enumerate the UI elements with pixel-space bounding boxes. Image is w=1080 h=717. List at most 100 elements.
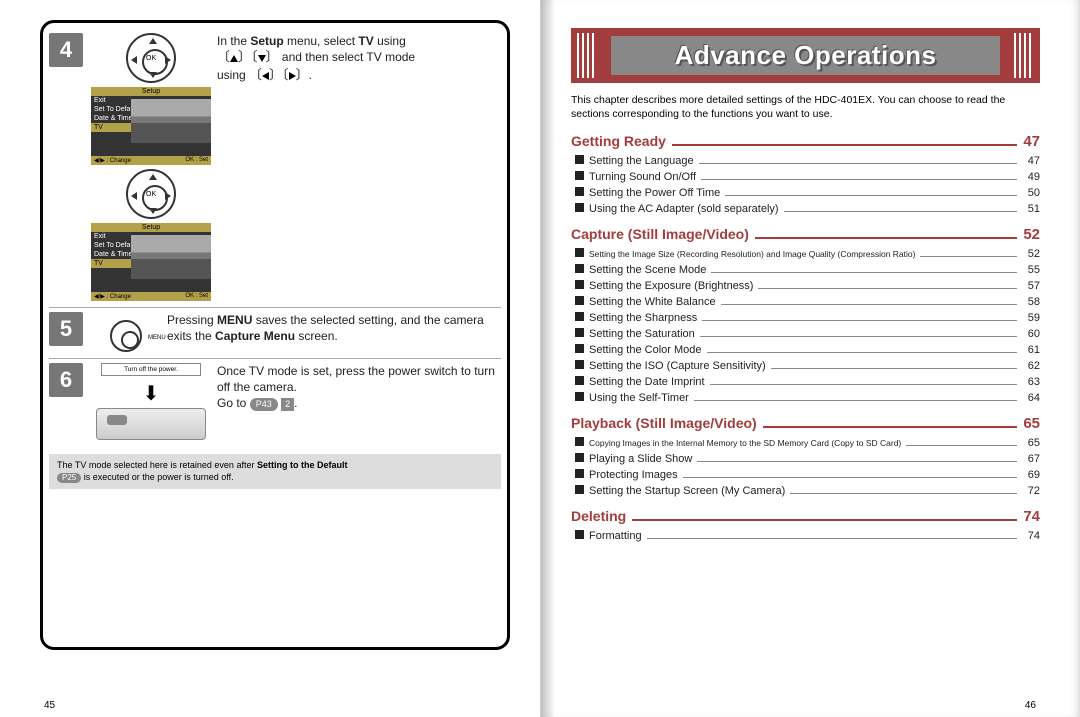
down-arrow-icon bbox=[258, 55, 266, 62]
toc-item: Setting the Color Mode61 bbox=[571, 341, 1040, 357]
toc-item: Setting the Scene Mode55 bbox=[571, 261, 1040, 277]
step-4-graphic-column: OK Setup Exit Set To Default Date & Time… bbox=[91, 33, 211, 301]
bullet-icon bbox=[575, 453, 584, 462]
toc-item-page: 63 bbox=[1022, 376, 1040, 388]
toc-item: Turning Sound On/Off49 bbox=[571, 168, 1040, 184]
toc-section-heading: Playback (Still Image/Video) 65 bbox=[571, 415, 1040, 432]
toc-item-label: Setting the Image Size (Recording Resolu… bbox=[589, 249, 915, 259]
page-number: 46 bbox=[1025, 700, 1036, 711]
step-number: 6 bbox=[49, 363, 83, 397]
left-page: 4 OK Setup Exit Set To Defa bbox=[0, 0, 540, 717]
menu-button-icon: MENU bbox=[110, 320, 142, 352]
bullet-icon bbox=[575, 344, 584, 353]
toc-item-label: Setting the ISO (Capture Sensitivity) bbox=[589, 360, 766, 372]
bullet-icon bbox=[575, 437, 584, 446]
bullet-icon bbox=[575, 187, 584, 196]
toc-item: Setting the Image Size (Recording Resolu… bbox=[571, 245, 1040, 261]
lcd-preview-pal: Setup Exit Set To Default Date & Time TV… bbox=[91, 87, 211, 165]
toc-item-page: 47 bbox=[1022, 155, 1040, 167]
toc-item-page: 74 bbox=[1022, 530, 1040, 542]
toc-item-label: Setting the Language bbox=[589, 155, 694, 167]
bullet-icon bbox=[575, 392, 584, 401]
bullet-icon bbox=[575, 280, 584, 289]
toc-section-heading: Getting Ready47 bbox=[571, 133, 1040, 150]
toc-section-title: Playback (Still Image/Video) bbox=[571, 415, 757, 431]
toc-section-page: 65 bbox=[1023, 415, 1040, 432]
toc-item-page: 67 bbox=[1022, 453, 1040, 465]
toc-item-page: 62 bbox=[1022, 360, 1040, 372]
step-5-text: Pressing MENU saves the selected setting… bbox=[167, 312, 501, 352]
toc-item-page: 51 bbox=[1022, 203, 1040, 215]
toc-item-label: Setting the Date Imprint bbox=[589, 376, 705, 388]
lcd-preview-ntsc: Setup Exit Set To Default Date & Time TV… bbox=[91, 223, 211, 301]
toc-item-page: 61 bbox=[1022, 344, 1040, 356]
up-arrow-icon bbox=[230, 55, 238, 62]
bullet-icon bbox=[575, 485, 584, 494]
bullet-icon bbox=[575, 469, 584, 478]
step-4: 4 OK Setup Exit Set To Defa bbox=[49, 29, 501, 308]
toc-item: Playing a Slide Show67 bbox=[571, 450, 1040, 466]
toc-item-page: 58 bbox=[1022, 296, 1040, 308]
toc-item: Using the AC Adapter (sold separately) 51 bbox=[571, 200, 1040, 216]
chapter-intro: This chapter describes more detailed set… bbox=[571, 93, 1040, 121]
toc-item-label: Protecting Images bbox=[589, 469, 678, 481]
toc-item-page: 69 bbox=[1022, 469, 1040, 481]
toc-item-label: Setting the Startup Screen (My Camera) bbox=[589, 485, 785, 497]
toc-item-page: 50 bbox=[1022, 187, 1040, 199]
toc-item-page: 64 bbox=[1022, 392, 1040, 404]
right-arrow-icon bbox=[289, 72, 296, 80]
toc-item-label: Turning Sound On/Off bbox=[589, 171, 696, 183]
page-ref-pill: P25 bbox=[57, 473, 81, 483]
toc-item-label: Copying Images in the Internal Memory to… bbox=[589, 438, 901, 448]
bullet-icon bbox=[575, 155, 584, 164]
toc-item: Setting the Date Imprint 63 bbox=[571, 373, 1040, 389]
right-page: Advance Operations This chapter describe… bbox=[540, 0, 1080, 717]
left-arrow-icon bbox=[262, 72, 269, 80]
toc-item: Setting the Power Off Time 50 bbox=[571, 184, 1040, 200]
step-4-text: In the Setup menu, select TV using 〔〕〔〕 … bbox=[217, 33, 501, 301]
footnote: The TV mode selected here is retained ev… bbox=[49, 454, 501, 489]
toc-section-title: Deleting bbox=[571, 508, 626, 524]
toc-item: Protecting Images 69 bbox=[571, 466, 1040, 482]
toc-item-label: Setting the Scene Mode bbox=[589, 264, 706, 276]
page-number: 45 bbox=[44, 700, 55, 711]
toc-section: Capture (Still Image/Video)52Setting the… bbox=[571, 226, 1040, 405]
toc-item-label: Using the Self-Timer bbox=[589, 392, 689, 404]
toc-section-page: 74 bbox=[1023, 508, 1040, 525]
bullet-icon bbox=[575, 328, 584, 337]
dpad-icon: OK bbox=[126, 169, 176, 219]
toc-item: Setting the Exposure (Brightness)57 bbox=[571, 277, 1040, 293]
toc-item-page: 52 bbox=[1022, 248, 1040, 260]
toc-item: Formatting74 bbox=[571, 527, 1040, 543]
bullet-icon bbox=[575, 264, 584, 273]
toc-item-page: 72 bbox=[1022, 485, 1040, 497]
table-of-contents: Getting Ready47Setting the Language47Tur… bbox=[571, 133, 1040, 543]
toc-item-page: 65 bbox=[1022, 437, 1040, 449]
instruction-box: 4 OK Setup Exit Set To Defa bbox=[40, 20, 510, 650]
toc-item-page: 60 bbox=[1022, 328, 1040, 340]
toc-section: Getting Ready47Setting the Language47Tur… bbox=[571, 133, 1040, 216]
bullet-icon bbox=[575, 312, 584, 321]
toc-item: Setting the ISO (Capture Sensitivity) 62 bbox=[571, 357, 1040, 373]
toc-item: Copying Images in the Internal Memory to… bbox=[571, 434, 1040, 450]
toc-section: Deleting74Formatting74 bbox=[571, 508, 1040, 543]
toc-section-heading: Capture (Still Image/Video)52 bbox=[571, 226, 1040, 243]
bullet-icon bbox=[575, 530, 584, 539]
toc-item-label: Using the AC Adapter (sold separately) bbox=[589, 203, 779, 215]
step-number: 4 bbox=[49, 33, 83, 67]
step-ref-badge: 2 bbox=[281, 398, 294, 410]
chapter-title: Advance Operations bbox=[611, 36, 1000, 75]
toc-item-label: Setting the Power Off Time bbox=[589, 187, 720, 199]
bullet-icon bbox=[575, 296, 584, 305]
toc-item: Setting the Sharpness59 bbox=[571, 309, 1040, 325]
toc-section-page: 47 bbox=[1023, 133, 1040, 150]
camera-sketch-icon bbox=[96, 408, 206, 440]
toc-item-label: Setting the White Balance bbox=[589, 296, 716, 308]
bullet-icon bbox=[575, 360, 584, 369]
toc-item-label: Setting the Exposure (Brightness) bbox=[589, 280, 753, 292]
step-6-text: Once TV mode is set, press the power swi… bbox=[217, 363, 501, 440]
toc-section-title: Capture (Still Image/Video) bbox=[571, 226, 749, 242]
toc-item: Using the Self-Timer 64 bbox=[571, 389, 1040, 405]
page-ref-pill: P43 bbox=[250, 398, 278, 410]
power-off-label: Turn off the power. bbox=[101, 363, 201, 376]
